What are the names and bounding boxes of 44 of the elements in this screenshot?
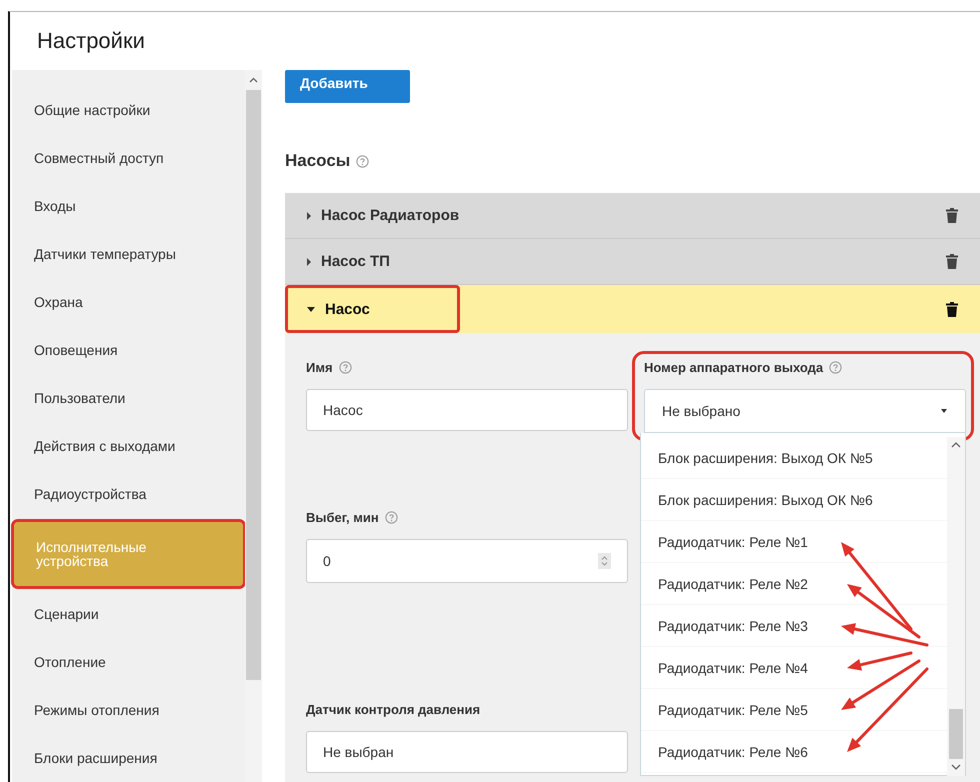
pump-name: Насос <box>325 300 370 318</box>
help-icon[interactable] <box>338 361 352 374</box>
trash-icon[interactable] <box>946 302 958 316</box>
field-label: Датчик контроля давления <box>306 702 480 717</box>
trash-icon[interactable] <box>946 254 958 269</box>
accordion-header[interactable]: Насос Радиаторов <box>285 193 980 239</box>
caret-icon <box>307 258 311 266</box>
sidebar-item[interactable]: Сценарии <box>12 590 245 638</box>
sidebar-item[interactable]: Оповещения <box>12 326 245 374</box>
sidebar-item[interactable]: Действия с выходами <box>12 422 245 470</box>
field-label: Выбег, мин <box>306 510 379 525</box>
sidebar-item[interactable]: Охрана <box>12 278 245 326</box>
help-icon[interactable] <box>829 361 842 374</box>
page-title: Настройки <box>36 27 146 55</box>
caret-icon <box>307 306 315 312</box>
pump-name: Насос ТП <box>321 253 390 270</box>
sidebar-item[interactable]: Совместный доступ <box>12 134 245 182</box>
number-input[interactable]: 0 <box>306 539 628 583</box>
add-button[interactable]: Добавить <box>285 70 410 103</box>
field-label: Имя <box>306 360 333 375</box>
sidebar-item[interactable]: Блоки расширения <box>12 734 245 782</box>
help-icon[interactable] <box>384 511 398 524</box>
sidebar-item[interactable]: Общие настройки <box>12 86 245 134</box>
spinner-icon[interactable] <box>598 553 611 569</box>
sidebar-item[interactable]: Отопление <box>12 638 245 686</box>
output-select[interactable]: Не выбрано <box>644 389 966 433</box>
caret-icon <box>307 212 311 220</box>
name-input[interactable]: Насос <box>306 389 628 431</box>
accordion-header[interactable]: Насос ТП <box>285 239 980 285</box>
sidebar-item[interactable]: Датчики температуры <box>12 230 245 278</box>
help-icon[interactable] <box>356 154 370 168</box>
scrollbar[interactable] <box>245 70 262 782</box>
sidebar-item[interactable]: Радиоустройства <box>12 470 245 518</box>
section-title: Насосы <box>285 151 350 171</box>
sidebar-item[interactable]: Режимы отопления <box>12 686 245 734</box>
sidebar-item[interactable]: Входы <box>12 182 245 230</box>
field-label: Номер аппаратного выхода <box>644 360 824 375</box>
pump-name: Насос Радиаторов <box>321 207 460 224</box>
sensor-select[interactable]: Не выбран <box>306 731 628 773</box>
trash-icon[interactable] <box>946 208 958 223</box>
sidebar-item[interactable]: Пользователи <box>12 374 245 422</box>
caret-icon <box>941 409 947 413</box>
accordion-header[interactable]: Насос <box>285 285 980 333</box>
scrollbar[interactable] <box>947 437 965 776</box>
